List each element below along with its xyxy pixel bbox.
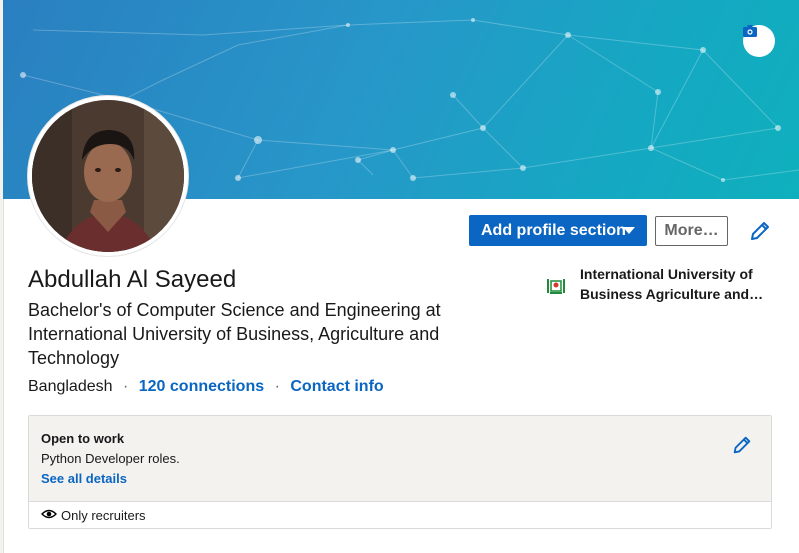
profile-headline: Bachelor's of Computer Science and Engin… [28, 300, 441, 368]
profile-name: Abdullah Al Sayeed [28, 266, 237, 293]
caret-down-icon [623, 227, 635, 234]
separator-dot: · [122, 378, 129, 395]
edit-open-to-work-button[interactable] [731, 434, 753, 461]
open-to-work-panel: Open to work Python Developer roles. See… [28, 415, 772, 529]
add-profile-section-button[interactable]: Add profile section [469, 215, 647, 246]
avatar [32, 100, 184, 252]
more-label: More… [664, 222, 719, 239]
see-all-details-link[interactable]: See all details [41, 471, 127, 486]
pencil-icon [748, 222, 772, 247]
connections-link[interactable]: 120 connections [139, 378, 264, 395]
separator-dot: · [274, 378, 280, 395]
add-profile-section-label: Add profile section [481, 221, 626, 239]
pencil-icon [731, 436, 753, 460]
school-logo-icon [544, 274, 568, 298]
more-button[interactable]: More… [655, 216, 728, 246]
profile-meta: Bangladesh · 120 connections · Contact i… [28, 378, 384, 396]
contact-info-link[interactable]: Contact info [290, 378, 383, 395]
visibility-row: Only recruiters [41, 508, 146, 523]
open-to-work-header: Open to work Python Developer roles. See… [29, 416, 771, 502]
edit-cover-button[interactable] [743, 25, 775, 57]
open-to-work-roles: Python Developer roles. [41, 451, 180, 466]
profile-photo[interactable] [28, 96, 188, 256]
school-name[interactable]: International University of Business Agr… [580, 264, 770, 304]
open-to-work-title: Open to work [41, 431, 125, 446]
visibility-text: Only recruiters [61, 508, 146, 523]
location-text: Bangladesh [28, 378, 113, 395]
edit-intro-button[interactable] [748, 219, 772, 248]
eye-icon [41, 508, 57, 523]
